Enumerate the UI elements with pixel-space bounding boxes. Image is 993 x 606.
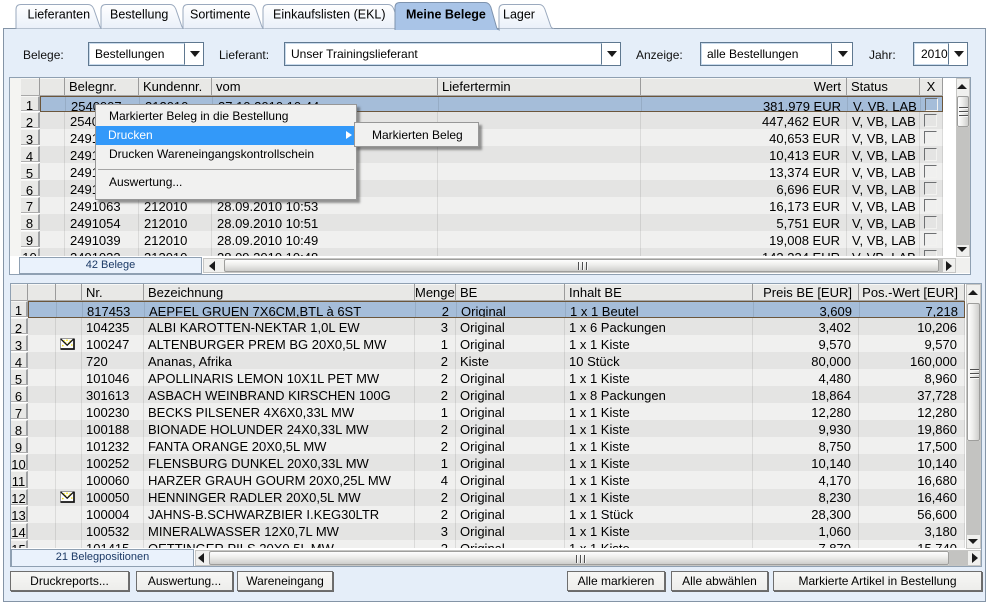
- svg-text:Sortimente: Sortimente: [190, 8, 250, 22]
- svg-text:Einkaufslisten (EKL): Einkaufslisten (EKL): [273, 8, 386, 22]
- svg-text:Meine Belege: Meine Belege: [406, 8, 486, 22]
- svg-text:Lager: Lager: [503, 8, 535, 22]
- svg-text:Bestellung: Bestellung: [110, 8, 168, 22]
- svg-text:Lieferanten: Lieferanten: [28, 8, 91, 22]
